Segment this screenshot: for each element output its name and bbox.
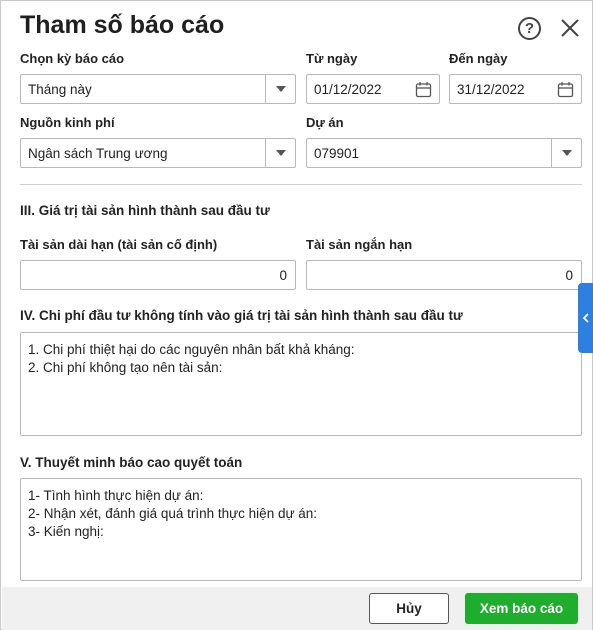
period-value: Tháng này bbox=[28, 82, 92, 97]
fund-source-select[interactable]: Ngân sách Trung ương bbox=[20, 138, 296, 168]
project-value: 079901 bbox=[314, 146, 360, 161]
section-3-title: III. Giá trị tài sản hình thành sau đầu … bbox=[20, 203, 270, 218]
question-circle-icon: ? bbox=[524, 20, 535, 37]
textarea-line: 2- Nhận xét, đánh giá quá trình thực hiệ… bbox=[28, 506, 318, 521]
short-term-assets-value: 0 bbox=[565, 268, 573, 283]
calendar-icon[interactable] bbox=[557, 81, 574, 98]
textarea-line: 1- Tình hình thực hiện dự án: bbox=[28, 488, 204, 503]
dropdown-separator bbox=[265, 139, 266, 167]
project-select[interactable]: 079901 bbox=[306, 138, 582, 168]
chevron-down-icon[interactable] bbox=[276, 86, 286, 92]
period-label: Chọn kỳ báo cáo bbox=[20, 51, 125, 66]
long-term-assets-value: 0 bbox=[279, 268, 287, 283]
long-term-assets-input[interactable]: 0 bbox=[20, 260, 296, 290]
view-report-button[interactable]: Xem báo cáo bbox=[465, 593, 578, 624]
side-panel-toggle[interactable] bbox=[578, 283, 593, 353]
chevron-down-icon[interactable] bbox=[276, 150, 286, 156]
calendar-icon[interactable] bbox=[415, 81, 432, 98]
textarea-line: 2. Chi phí không tạo nên tài sản: bbox=[28, 360, 223, 375]
from-date-value: 01/12/2022 bbox=[314, 82, 382, 97]
report-explanation-textarea[interactable]: 1- Tình hình thực hiện dự án: 2- Nhận xé… bbox=[20, 478, 582, 581]
textarea-line: 3- Kiến nghị: bbox=[28, 524, 104, 539]
long-term-assets-label: Tài sản dài hạn (tài sản cố định) bbox=[20, 237, 218, 252]
close-icon[interactable] bbox=[558, 16, 582, 40]
fund-source-value: Ngân sách Trung ương bbox=[28, 146, 168, 161]
dialog-title: Tham số báo cáo bbox=[20, 11, 225, 39]
short-term-assets-input[interactable]: 0 bbox=[306, 260, 582, 290]
section-5-title: V. Thuyết minh báo cao quyết toán bbox=[20, 455, 243, 470]
divider bbox=[20, 184, 582, 185]
from-date-label: Từ ngày bbox=[306, 51, 358, 66]
report-parameters-dialog: Tham số báo cáo ? Chọn kỳ báo cáo Tháng … bbox=[0, 0, 593, 630]
chevron-left-icon bbox=[582, 313, 589, 323]
to-date-label: Đến ngày bbox=[449, 51, 508, 66]
project-label: Dự án bbox=[306, 115, 344, 130]
chevron-down-icon[interactable] bbox=[562, 150, 572, 156]
cancel-button[interactable]: Hủy bbox=[369, 593, 449, 624]
help-button[interactable]: ? bbox=[518, 17, 541, 40]
dropdown-separator bbox=[265, 75, 266, 103]
non-asset-costs-textarea[interactable]: 1. Chi phí thiệt hại do các nguyên nhân … bbox=[20, 332, 582, 436]
dropdown-separator bbox=[551, 139, 552, 167]
textarea-line: 1. Chi phí thiệt hại do các nguyên nhân … bbox=[28, 342, 355, 357]
section-4-title: IV. Chi phí đầu tư không tính vào giá tr… bbox=[20, 308, 463, 323]
to-date-input[interactable]: 31/12/2022 bbox=[449, 74, 582, 104]
to-date-value: 31/12/2022 bbox=[457, 82, 525, 97]
period-select[interactable]: Tháng này bbox=[20, 74, 296, 104]
fund-source-label: Nguồn kinh phí bbox=[20, 115, 115, 130]
short-term-assets-label: Tài sản ngắn hạn bbox=[306, 237, 413, 252]
from-date-input[interactable]: 01/12/2022 bbox=[306, 74, 440, 104]
